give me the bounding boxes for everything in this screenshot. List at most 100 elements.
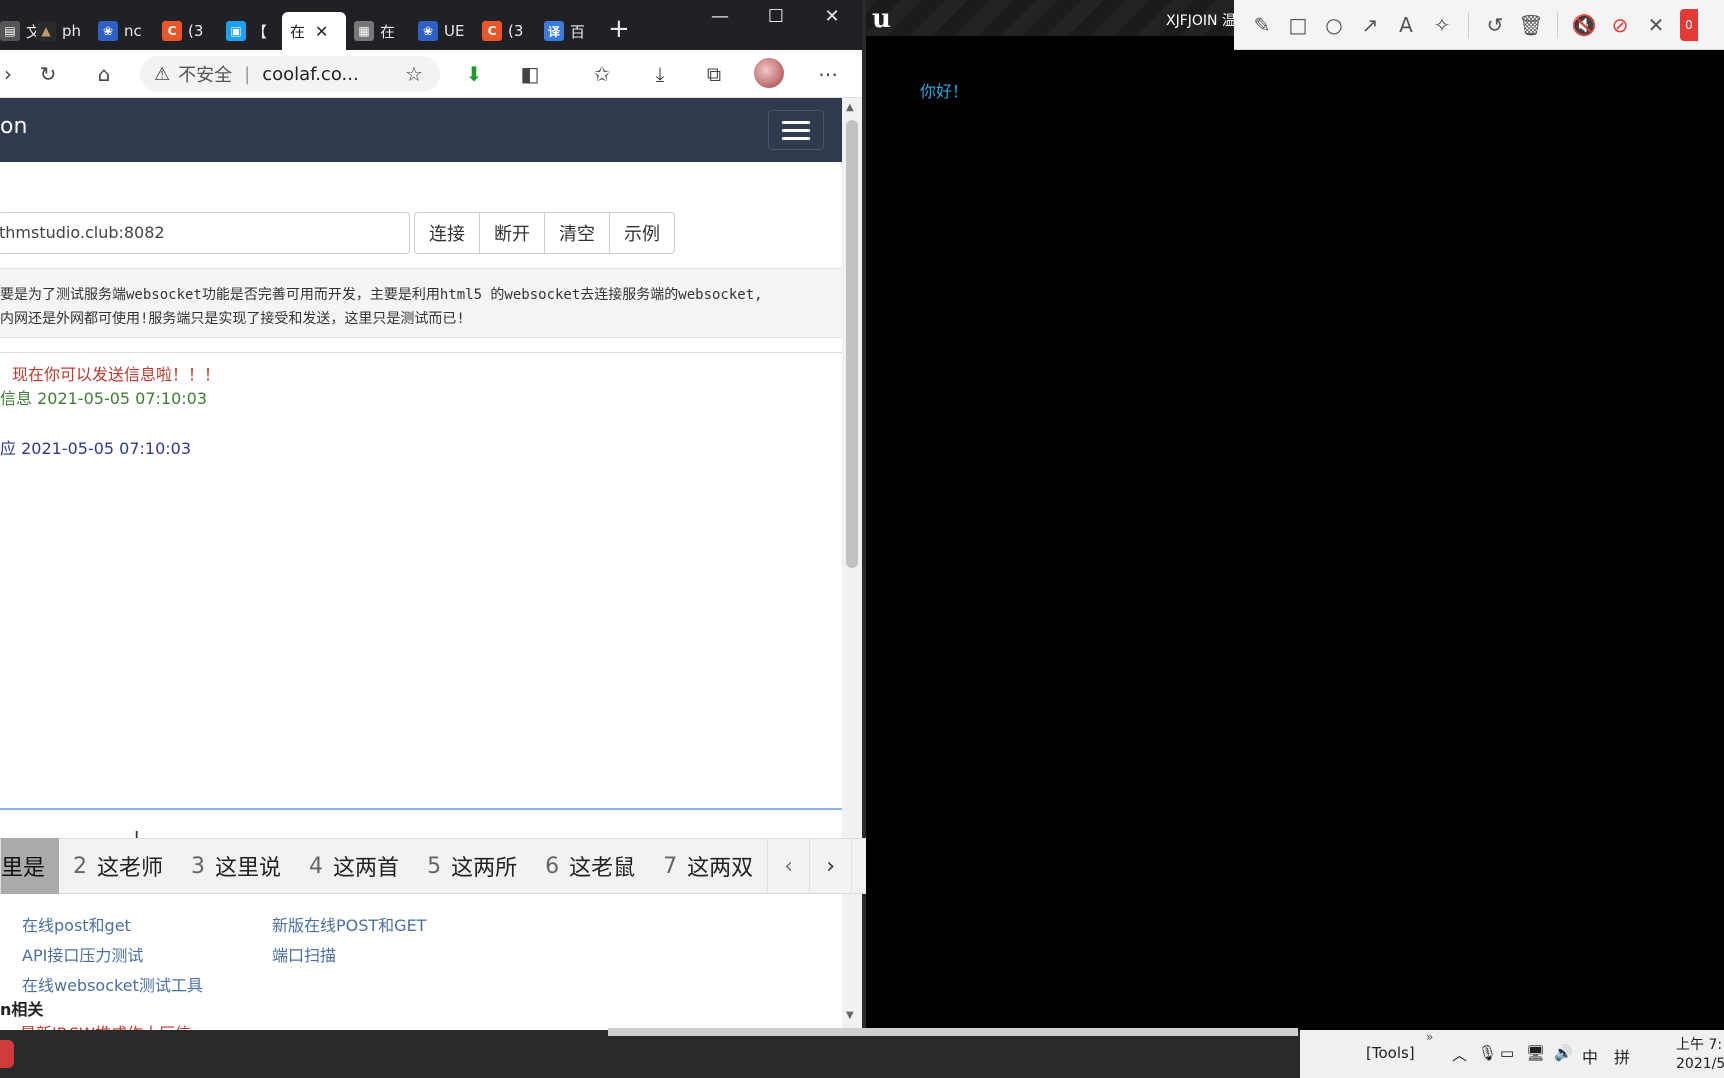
csdn-icon: C: [482, 21, 502, 41]
back-icon[interactable]: ›: [0, 60, 22, 88]
microphone-icon[interactable]: 🎙: [1478, 1044, 1497, 1062]
link-port-scan[interactable]: 端口扫描: [272, 942, 336, 966]
document-icon: ▤: [0, 21, 20, 41]
arrow-icon[interactable]: ↗: [1352, 7, 1388, 43]
site-brand[interactable]: on: [0, 114, 27, 139]
clear-button[interactable]: 清空: [544, 212, 610, 254]
browser-tab[interactable]: ▲ ph: [36, 12, 81, 50]
browser-toolbar: › ↻ ⌂ ⚠ 不安全 | coolaf.co... ☆ ⬇ ◧ ✩ ⤓ ⧉ ⋯: [0, 50, 862, 98]
clock-time[interactable]: 上午 7:: [1676, 1034, 1722, 1054]
address-separator: |: [244, 63, 251, 85]
tab-label: 【: [252, 22, 268, 41]
browser-tab-active[interactable]: 在 ✕: [282, 12, 346, 50]
hamburger-menu-icon[interactable]: [768, 110, 824, 150]
browser-tab[interactable]: ▣ 【: [226, 12, 267, 50]
ime-candidate[interactable]: 6 这老鼠: [531, 838, 649, 894]
favorites-icon[interactable]: ✩: [588, 60, 616, 88]
avatar[interactable]: [754, 58, 784, 88]
pinterest-icon[interactable]: [0, 1040, 14, 1068]
close-window-icon[interactable]: ✕: [812, 6, 852, 27]
network-icon[interactable]: 🖥: [1526, 1044, 1545, 1062]
refresh-icon[interactable]: ↻: [34, 60, 62, 88]
record-badge[interactable]: 0: [1680, 8, 1698, 41]
circle-icon[interactable]: ○: [1316, 7, 1352, 43]
browser-tab[interactable]: ▤ 文: [0, 12, 41, 50]
close-tab-icon[interactable]: ✕: [315, 22, 328, 41]
csdn-icon: C: [162, 21, 182, 41]
candidate-number: 4: [309, 853, 324, 879]
action-button-group: 连接 断开 清空 示例: [414, 212, 675, 254]
browser-tab[interactable]: ▦ 在: [354, 12, 395, 50]
more-icon[interactable]: ⋯: [814, 60, 842, 88]
scroll-down-icon[interactable]: ▼: [846, 1010, 854, 1021]
new-tab-button[interactable]: +: [608, 14, 630, 44]
downloads-icon[interactable]: ⤓: [646, 60, 674, 88]
candidate-number: 2: [73, 853, 88, 879]
scrollbar-thumb[interactable]: [846, 120, 858, 568]
websocket-url-input[interactable]: thmstudio.club:8082: [0, 212, 410, 254]
chevron-icon[interactable]: »: [1426, 1030, 1433, 1044]
site-navbar: on: [0, 98, 842, 162]
ime-pinyin-indicator[interactable]: 拼: [1614, 1044, 1630, 1068]
horizontal-scrollbar[interactable]: [608, 1028, 1298, 1036]
address-bar[interactable]: ⚠ 不安全 | coolaf.co...: [140, 56, 440, 92]
maximize-icon[interactable]: ☐: [756, 6, 796, 27]
chevron-up-icon[interactable]: ︿: [1452, 1044, 1467, 1065]
browser-tab[interactable]: ❀ UE: [418, 12, 464, 50]
magic-wand-icon[interactable]: ✧: [1424, 7, 1460, 43]
browser-tab[interactable]: C (3: [162, 12, 203, 50]
connect-button[interactable]: 连接: [414, 212, 480, 254]
add-favorite-icon[interactable]: ☆: [400, 60, 428, 88]
link-new-post-get[interactable]: 新版在线POST和GET: [272, 912, 426, 936]
tab-label: 百: [570, 22, 586, 41]
ime-candidate[interactable]: 3 这里说: [177, 838, 295, 894]
battery-icon[interactable]: ▭: [1500, 1044, 1514, 1062]
ime-mode-indicator[interactable]: 中: [1582, 1044, 1598, 1068]
tab-label: UE: [444, 22, 465, 40]
clock-date[interactable]: 2021/5: [1676, 1056, 1724, 1072]
tools-label[interactable]: [Tools]: [1366, 1044, 1415, 1062]
link-post-get[interactable]: 在线post和get: [22, 912, 131, 936]
example-button[interactable]: 示例: [609, 212, 675, 254]
ime-candidate[interactable]: 7 这两双: [649, 838, 767, 894]
unreal-logo-icon: u: [872, 4, 891, 34]
ime-candidate[interactable]: 里是: [1, 838, 60, 894]
tab-label: 在: [290, 22, 306, 41]
volume-icon[interactable]: 🔊: [1554, 1044, 1573, 1062]
collections-icon[interactable]: ⧉: [700, 60, 728, 88]
description-line: 内网还是外网都可使用!服务端只是实现了接受和发送，这里只是测试而已!: [0, 311, 465, 327]
browser-tab[interactable]: ❀ nc: [98, 12, 142, 50]
ime-candidate[interactable]: 4 这两首: [295, 838, 413, 894]
disconnect-button[interactable]: 断开: [479, 212, 545, 254]
pencil-icon[interactable]: ✎: [1244, 7, 1280, 43]
ime-candidate-bar: 里是 2 这老师 3 这里说 4 这两首 5 这两所 6 这老鼠 7 这两双 ‹…: [0, 838, 936, 894]
ime-prev-icon[interactable]: ‹: [767, 838, 809, 894]
cutoff-link[interactable]: 最新IP.SW推成作大厅信: [20, 1020, 191, 1030]
taskbar-apps: [0, 1030, 1300, 1078]
link-api-stress-test[interactable]: API接口压力测试: [22, 942, 143, 966]
ime-next-icon[interactable]: ›: [809, 838, 851, 894]
speaker-muted-icon[interactable]: 🔇: [1566, 7, 1602, 43]
candidate-number: 6: [545, 853, 560, 879]
mic-muted-icon[interactable]: ⊘: [1602, 7, 1638, 43]
browser-tab[interactable]: C (3: [482, 12, 523, 50]
translate-icon: 译: [544, 21, 564, 41]
minimize-icon[interactable]: —: [700, 6, 740, 27]
trash-icon[interactable]: 🗑: [1513, 7, 1549, 43]
description-panel: 要是为了测试服务端websocket功能是否完善可用而开发，主要是利用html5…: [0, 268, 842, 338]
ime-candidate[interactable]: 2 这老师: [59, 838, 177, 894]
link-websocket-tool[interactable]: 在线websocket测试工具: [22, 972, 203, 996]
annotation-toolbar: ✎ □ ○ ↗ A ✧ ↺ 🗑 🔇 ⊘ ✕ 0: [1234, 0, 1724, 50]
close-icon[interactable]: ✕: [1638, 7, 1674, 43]
ime-candidate[interactable]: 5 这两所: [413, 838, 531, 894]
home-icon[interactable]: ⌂: [90, 60, 118, 88]
tab-label: (3: [188, 22, 204, 40]
text-icon[interactable]: A: [1388, 7, 1424, 43]
qr-icon: ▦: [354, 21, 374, 41]
extension-icon[interactable]: ◧: [516, 60, 544, 88]
scroll-up-icon[interactable]: ▲: [846, 102, 854, 113]
undo-icon[interactable]: ↺: [1477, 7, 1513, 43]
rectangle-icon[interactable]: □: [1280, 7, 1316, 43]
download-arrow-icon[interactable]: ⬇: [460, 60, 488, 88]
browser-tab[interactable]: 译 百: [544, 12, 585, 50]
